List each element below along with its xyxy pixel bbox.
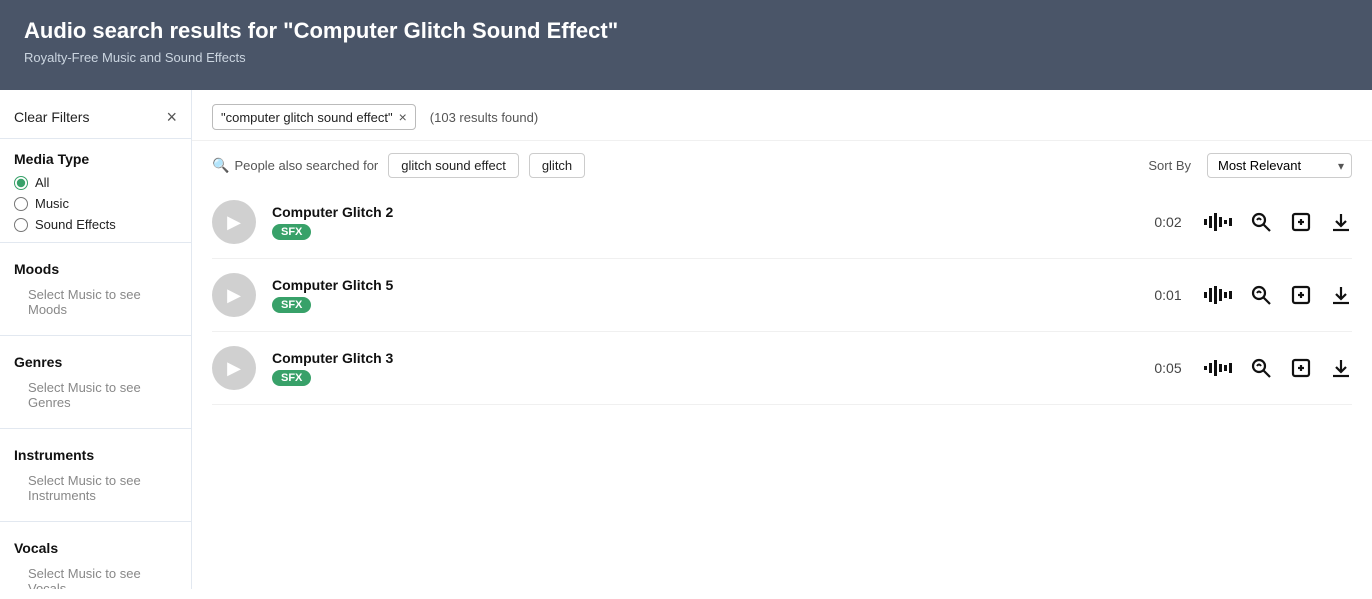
track-duration-2: 0:01	[1148, 287, 1188, 303]
radio-all[interactable]: All	[14, 175, 177, 190]
instruments-title: Instruments	[14, 447, 177, 463]
content-area: "computer glitch sound effect" × (103 re…	[192, 90, 1372, 589]
divider-4	[0, 521, 191, 522]
waveform-icon-1[interactable]	[1204, 213, 1232, 231]
search-tag-text: "computer glitch sound effect"	[221, 110, 393, 125]
vocals-dim: Select Music to see Vocals	[14, 564, 177, 589]
media-type-section: Media Type All Music Sound Effects	[0, 139, 191, 236]
search-tag: "computer glitch sound effect" ×	[212, 104, 416, 130]
divider-2	[0, 335, 191, 336]
page-header: Audio search results for "Computer Glitc…	[0, 0, 1372, 90]
genres-dim: Select Music to see Genres	[14, 378, 177, 418]
page-subtitle: Royalty-Free Music and Sound Effects	[24, 50, 1348, 65]
instruments-section: Instruments Select Music to see Instrume…	[0, 435, 191, 515]
results-count: (103 results found)	[430, 110, 538, 125]
clear-filters-label[interactable]: Clear Filters	[14, 109, 89, 125]
sfx-badge-1: SFX	[272, 224, 311, 240]
track-info-2: Computer Glitch 5 SFX	[272, 277, 1132, 313]
track-duration-3: 0:05	[1148, 360, 1188, 376]
add-to-project-icon-1[interactable]	[1290, 211, 1312, 233]
track-row: ▶ Computer Glitch 5 SFX 0:01	[212, 259, 1352, 332]
track-row: ▶ Computer Glitch 2 SFX 0:02	[212, 186, 1352, 259]
also-searched-bar: 🔍 People also searched for glitch sound …	[192, 141, 1372, 186]
similar-icon-3[interactable]	[1250, 357, 1272, 379]
sort-bar: Sort By Most Relevant Most Recent Most D…	[1148, 153, 1352, 178]
moods-section: Moods Select Music to see Moods	[0, 249, 191, 329]
vocals-section: Vocals Select Music to see Vocals	[0, 528, 191, 589]
track-list: ▶ Computer Glitch 2 SFX 0:02	[192, 186, 1372, 405]
search-icon: 🔍	[212, 157, 229, 174]
waveform-icon-2[interactable]	[1204, 286, 1232, 304]
track-actions-2	[1204, 284, 1352, 306]
download-icon-2[interactable]	[1330, 284, 1352, 306]
waveform-icon-3[interactable]	[1204, 359, 1232, 377]
clear-filters-row[interactable]: Clear Filters ×	[0, 100, 191, 139]
add-to-project-icon-2[interactable]	[1290, 284, 1312, 306]
radio-sound-effects[interactable]: Sound Effects	[14, 217, 177, 232]
genres-section: Genres Select Music to see Genres	[0, 342, 191, 422]
genres-title: Genres	[14, 354, 177, 370]
also-searched-pill-1[interactable]: glitch sound effect	[388, 153, 519, 178]
close-button[interactable]: ×	[166, 108, 177, 126]
play-button-2[interactable]: ▶	[212, 273, 256, 317]
download-icon-1[interactable]	[1330, 211, 1352, 233]
moods-title: Moods	[14, 261, 177, 277]
add-to-project-icon-3[interactable]	[1290, 357, 1312, 379]
sort-select[interactable]: Most Relevant Most Recent Most Downloade…	[1207, 153, 1352, 178]
moods-dim: Select Music to see Moods	[14, 285, 177, 325]
main-layout: Clear Filters × Media Type All Music Sou…	[0, 90, 1372, 589]
track-actions-3	[1204, 357, 1352, 379]
media-type-title: Media Type	[14, 151, 177, 167]
track-name-1: Computer Glitch 2	[272, 204, 1132, 220]
play-button-1[interactable]: ▶	[212, 200, 256, 244]
also-searched-label: 🔍 People also searched for	[212, 157, 378, 174]
similar-icon-1[interactable]	[1250, 211, 1272, 233]
download-icon-3[interactable]	[1330, 357, 1352, 379]
vocals-title: Vocals	[14, 540, 177, 556]
search-bar: "computer glitch sound effect" × (103 re…	[192, 90, 1372, 141]
media-type-radio-group: All Music Sound Effects	[14, 175, 177, 232]
radio-music[interactable]: Music	[14, 196, 177, 211]
sort-label: Sort By	[1148, 158, 1191, 173]
sort-wrapper: Most Relevant Most Recent Most Downloade…	[1207, 153, 1352, 178]
sidebar: Clear Filters × Media Type All Music Sou…	[0, 90, 192, 589]
divider-3	[0, 428, 191, 429]
track-name-3: Computer Glitch 3	[272, 350, 1132, 366]
track-info-1: Computer Glitch 2 SFX	[272, 204, 1132, 240]
divider-1	[0, 242, 191, 243]
also-searched-pill-2[interactable]: glitch	[529, 153, 585, 178]
play-button-3[interactable]: ▶	[212, 346, 256, 390]
instruments-dim: Select Music to see Instruments	[14, 471, 177, 511]
similar-icon-2[interactable]	[1250, 284, 1272, 306]
track-info-3: Computer Glitch 3 SFX	[272, 350, 1132, 386]
track-actions-1	[1204, 211, 1352, 233]
remove-search-tag-button[interactable]: ×	[399, 109, 407, 125]
sfx-badge-2: SFX	[272, 297, 311, 313]
track-duration-1: 0:02	[1148, 214, 1188, 230]
track-row: ▶ Computer Glitch 3 SFX 0:05	[212, 332, 1352, 405]
track-name-2: Computer Glitch 5	[272, 277, 1132, 293]
sfx-badge-3: SFX	[272, 370, 311, 386]
page-title: Audio search results for "Computer Glitc…	[24, 18, 1348, 44]
